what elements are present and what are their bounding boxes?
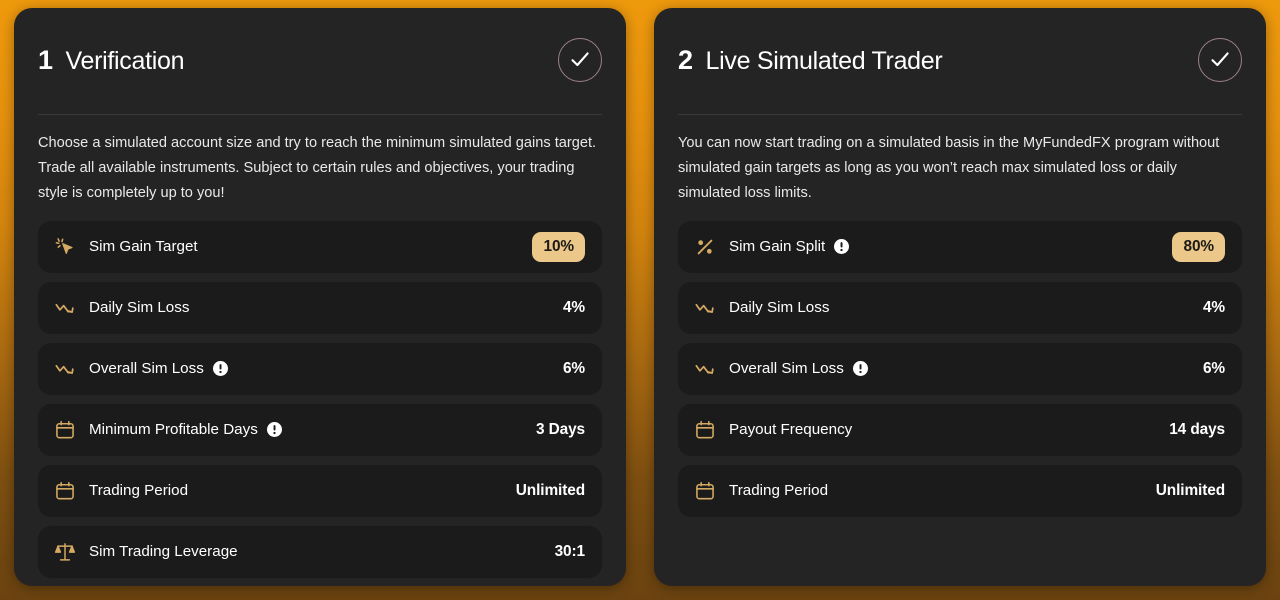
trend-down-icon xyxy=(54,297,76,319)
spec-list: Sim Gain Split 80% Daily Sim Loss 4% Overall… xyxy=(678,220,1242,517)
spec-row-value: 3 Days xyxy=(535,420,585,438)
spec-row-value: 6% xyxy=(1202,359,1225,377)
spec-row-label: Sim Gain Target xyxy=(89,238,198,256)
card-title: Verification xyxy=(65,46,185,75)
spec-row-value: Unlimited xyxy=(1155,481,1225,499)
trend-down-icon xyxy=(54,358,76,380)
info-tooltip-icon[interactable] xyxy=(834,239,850,255)
spec-row: Trading Period Unlimited xyxy=(678,464,1242,517)
card-header: 2 Live Simulated Trader xyxy=(678,38,1242,86)
card-title-group: 1 Verification xyxy=(38,44,185,76)
spec-list: Sim Gain Target 10% Daily Sim Loss 4% Overal… xyxy=(38,220,602,578)
info-tooltip-icon[interactable] xyxy=(266,422,282,438)
spec-row-value: 30:1 xyxy=(554,542,586,560)
spec-row-label-group: Trading Period xyxy=(54,480,188,502)
spec-row-label: Trading Period xyxy=(729,482,829,500)
card-title: Live Simulated Trader xyxy=(705,46,943,75)
program-step-card-1: 1 Verification Choose a simulated account … xyxy=(14,8,626,586)
spec-row-label-group: Sim Gain Target xyxy=(54,236,198,258)
card-description: You can now start trading on a simulated… xyxy=(678,135,1220,202)
card-description: Choose a simulated account size and try … xyxy=(38,135,597,202)
scales-balance-icon xyxy=(54,541,76,563)
spec-row-label-group: Daily Sim Loss xyxy=(694,297,829,319)
spec-row-value: 6% xyxy=(562,359,585,377)
spec-row-label: Overall Sim Loss xyxy=(729,360,844,378)
spec-row-label: Sim Trading Leverage xyxy=(89,543,238,561)
spec-row-label: Daily Sim Loss xyxy=(89,299,190,317)
spec-row-value-badge: 80% xyxy=(1172,231,1225,262)
calendar-icon xyxy=(694,480,716,502)
trend-down-icon xyxy=(694,358,716,380)
calendar-icon xyxy=(54,480,76,502)
step-number: 2 xyxy=(678,44,693,75)
cursor-click-sparkle-icon xyxy=(54,236,76,258)
spec-row-label-group: Overall Sim Loss xyxy=(54,358,228,380)
spec-row-label-group: Sim Gain Split xyxy=(694,236,850,258)
calendar-icon xyxy=(694,419,716,441)
spec-row-label: Daily Sim Loss xyxy=(729,299,830,317)
percent-icon xyxy=(694,236,716,258)
spec-row-label-group: Minimum Profitable Days xyxy=(54,419,282,441)
spec-row: Sim Trading Leverage 30:1 xyxy=(38,525,602,578)
spec-row-label: Sim Gain Split xyxy=(729,238,826,256)
check-circle-icon xyxy=(1198,38,1242,82)
spec-row: Sim Gain Split 80% xyxy=(678,220,1242,273)
spec-row: Daily Sim Loss 4% xyxy=(678,281,1242,334)
card-header: 1 Verification xyxy=(38,38,602,86)
spec-row: Overall Sim Loss 6% xyxy=(678,342,1242,395)
spec-row: Daily Sim Loss 4% xyxy=(38,281,602,334)
comparison-cards-container: 1 Verification Choose a simulated account … xyxy=(0,0,1280,600)
step-number: 1 xyxy=(38,44,53,75)
card-title-group: 2 Live Simulated Trader xyxy=(678,44,943,76)
spec-row-label-group: Sim Trading Leverage xyxy=(54,541,238,563)
spec-row-label: Overall Sim Loss xyxy=(89,360,204,378)
trend-down-icon xyxy=(694,297,716,319)
info-tooltip-icon[interactable] xyxy=(852,361,868,377)
spec-row: Sim Gain Target 10% xyxy=(38,220,602,273)
spec-row-value: 4% xyxy=(562,298,585,316)
spec-row-label-group: Overall Sim Loss xyxy=(694,358,868,380)
spec-row-label-group: Daily Sim Loss xyxy=(54,297,189,319)
spec-row: Minimum Profitable Days 3 Days xyxy=(38,403,602,456)
spec-row-label-group: Payout Frequency xyxy=(694,419,852,441)
spec-row-label: Minimum Profitable Days xyxy=(89,421,258,439)
spec-row-label: Trading Period xyxy=(89,482,189,500)
spec-row-value: 4% xyxy=(1202,298,1225,316)
calendar-icon xyxy=(54,419,76,441)
spec-row: Overall Sim Loss 6% xyxy=(38,342,602,395)
spec-row-value-badge: 10% xyxy=(532,231,585,262)
spec-row-value: Unlimited xyxy=(515,481,585,499)
spec-row-label: Payout Frequency xyxy=(729,421,853,439)
check-circle-icon xyxy=(558,38,602,82)
spec-row: Payout Frequency 14 days xyxy=(678,403,1242,456)
program-step-card-2: 2 Live Simulated Trader You can now start … xyxy=(654,8,1266,586)
spec-row-value: 14 days xyxy=(1169,420,1225,438)
spec-row: Trading Period Unlimited xyxy=(38,464,602,517)
info-tooltip-icon[interactable] xyxy=(212,361,228,377)
spec-row-label-group: Trading Period xyxy=(694,480,828,502)
